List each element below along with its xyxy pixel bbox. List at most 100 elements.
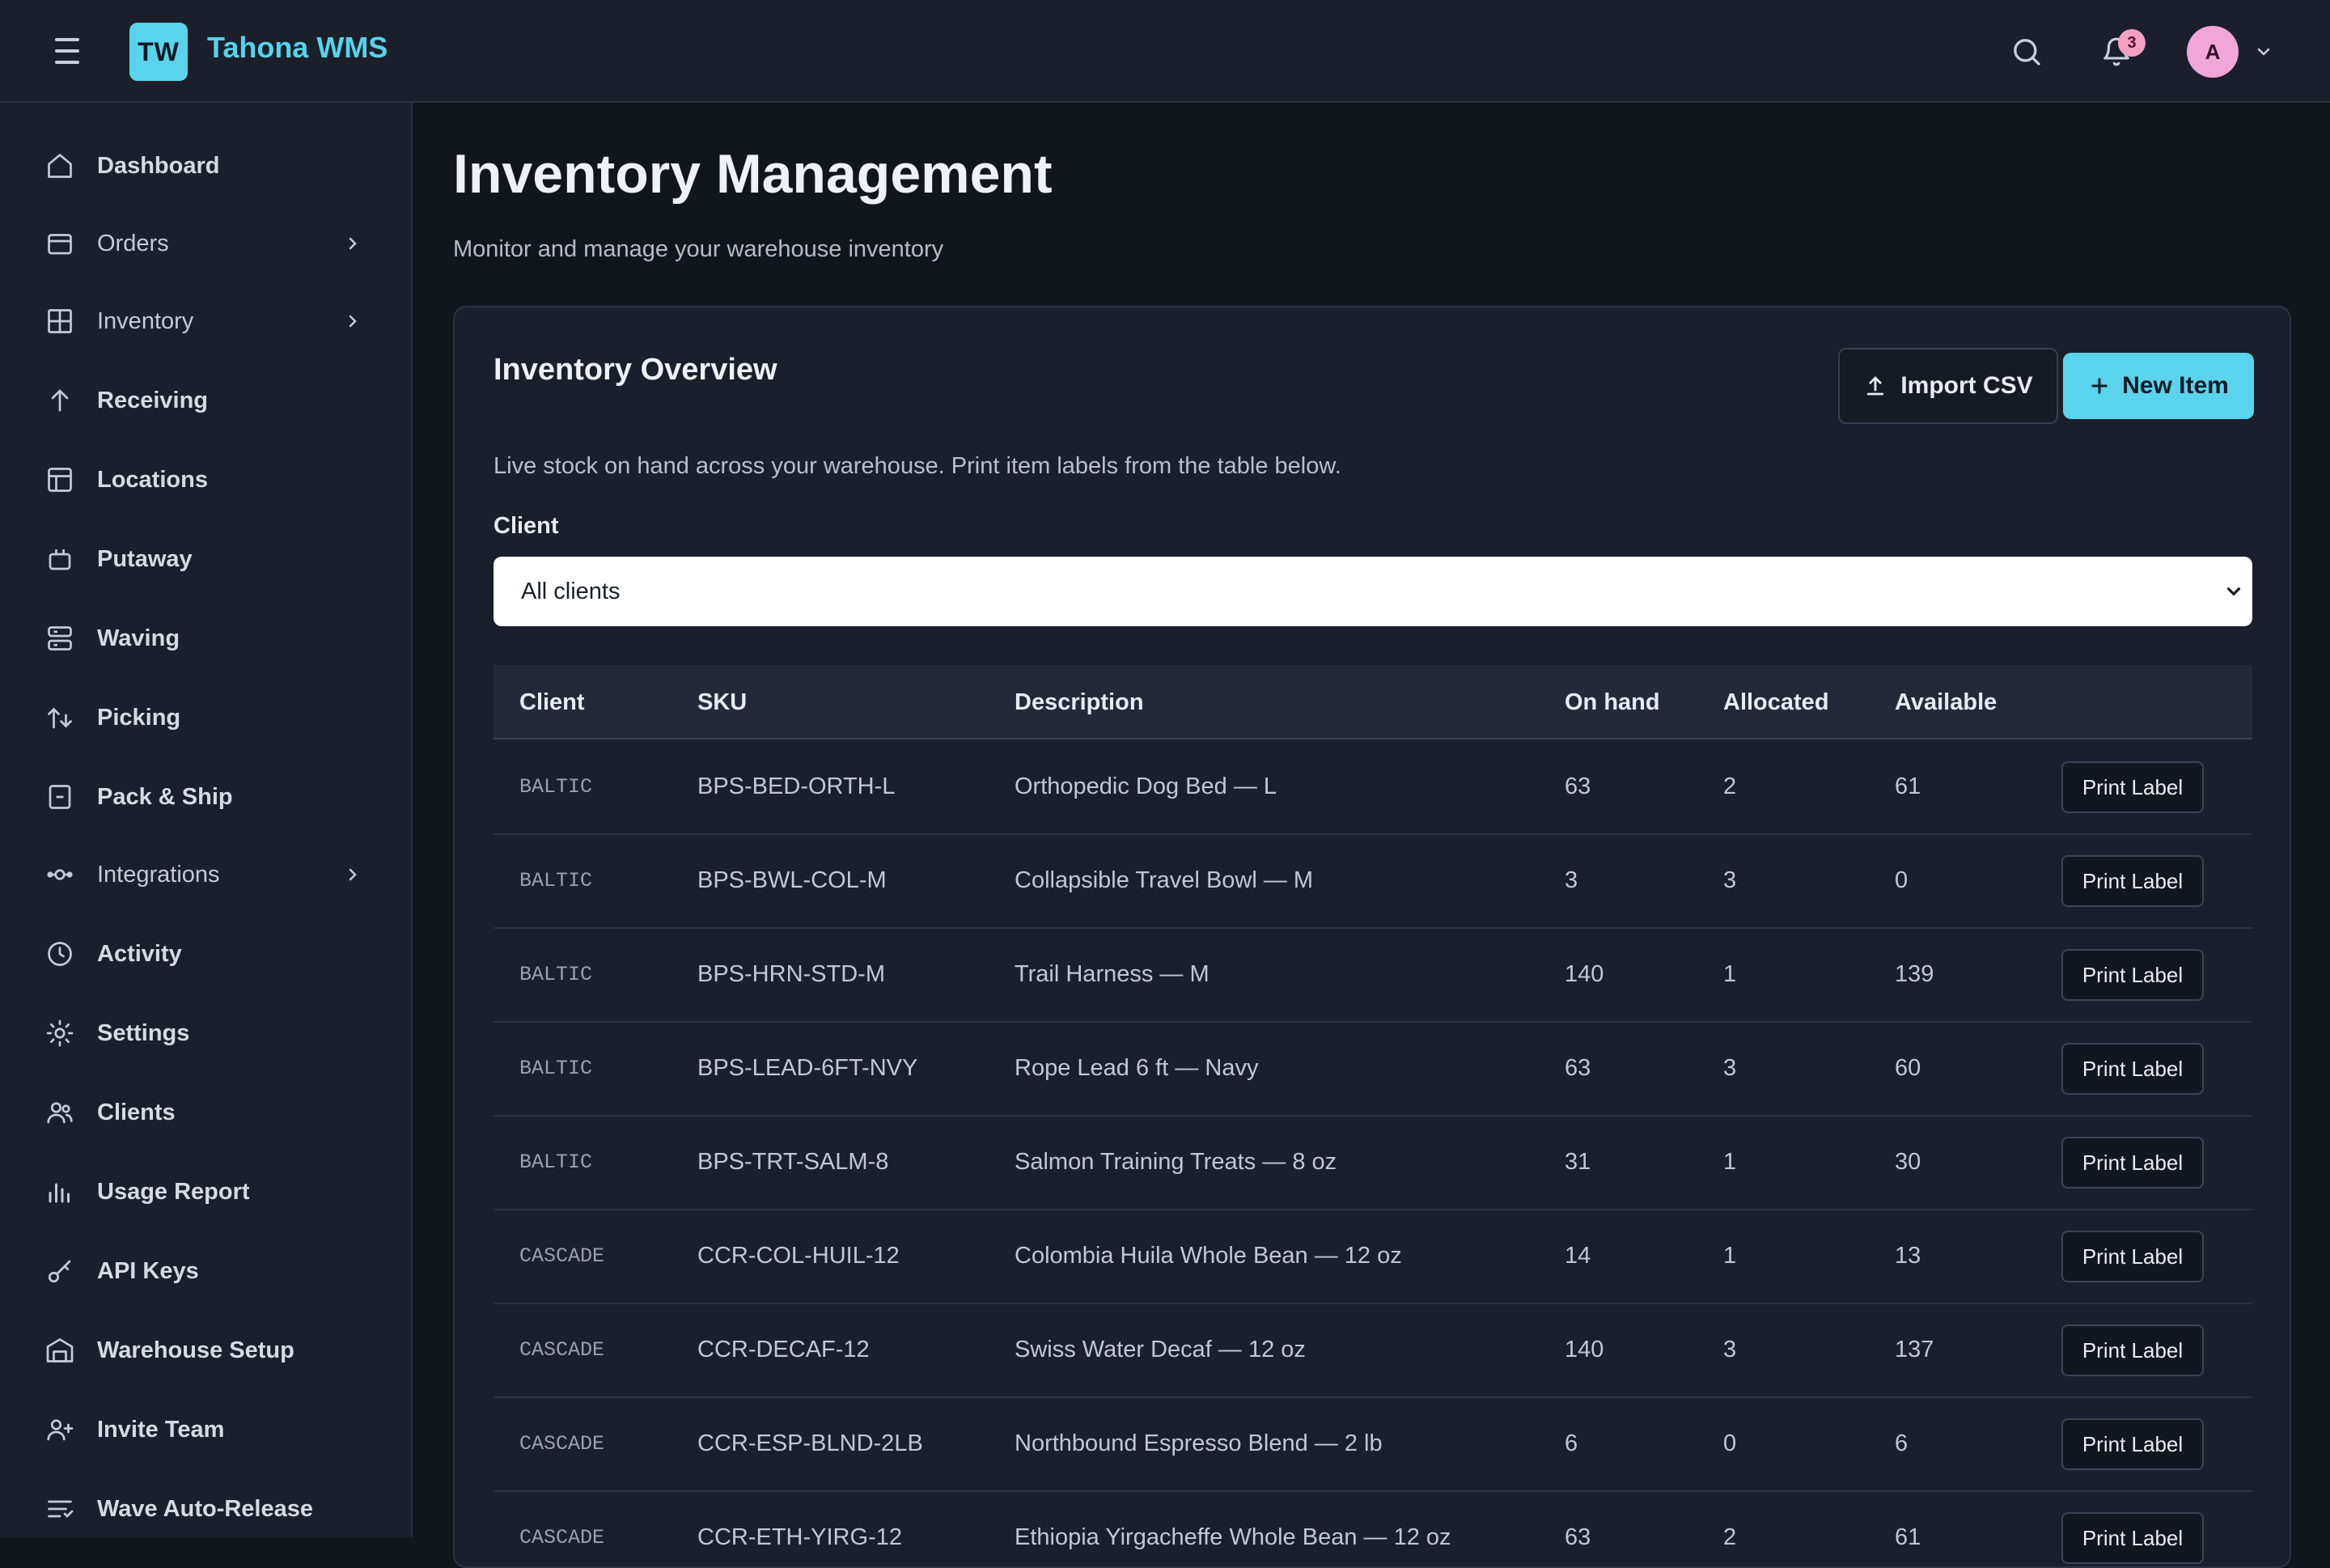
cell-allocated: 2: [1723, 1524, 1737, 1550]
cell-allocated: 2: [1723, 773, 1737, 799]
cell-on-hand: 31: [1565, 1149, 1591, 1175]
chevron-right-icon: [349, 315, 357, 328]
column-header-sku[interactable]: SKU: [697, 689, 747, 716]
cell-on-hand: 63: [1565, 1524, 1591, 1550]
print-label-button[interactable]: Print Label: [2061, 949, 2204, 1001]
plug-icon: [45, 860, 74, 889]
search-button[interactable]: [2004, 29, 2049, 74]
column-header-on-hand[interactable]: On hand: [1565, 689, 1660, 716]
column-header-allocated[interactable]: Allocated: [1723, 689, 1829, 716]
print-label-button[interactable]: Print Label: [2061, 1043, 2204, 1095]
cell-on-hand: 14: [1565, 1243, 1591, 1269]
sidebar-item-picking[interactable]: Picking: [0, 689, 411, 747]
sidebar-item-label: Waving: [97, 625, 180, 651]
hamburger-icon[interactable]: [55, 38, 86, 64]
sidebar-item-pack-ship[interactable]: Pack & Ship: [0, 768, 411, 826]
sidebar-item-settings[interactable]: Settings: [0, 1004, 411, 1062]
box-icon: [45, 545, 74, 574]
cell-description: Swiss Water Decaf — 12 oz: [1015, 1337, 1306, 1362]
sidebar-item-integrations[interactable]: Integrations: [0, 845, 411, 904]
table-row: CASCADE CCR-COL-HUIL-12 Colombia Huila W…: [494, 1210, 2252, 1304]
cell-available: 60: [1895, 1055, 1921, 1081]
grid-icon: [45, 307, 74, 336]
sidebar-item-label: Orders: [97, 230, 169, 256]
chevron-down-icon: [2226, 587, 2241, 596]
gear-icon: [45, 1019, 74, 1048]
cell-available: 0: [1895, 867, 1908, 893]
cell-client: CASCADE: [519, 1244, 605, 1268]
chevron-down-icon[interactable]: [2252, 42, 2275, 61]
cell-available: 13: [1895, 1243, 1921, 1269]
arrow-up-icon: [45, 386, 74, 415]
client-filter-label: Client: [494, 513, 559, 539]
cell-client: BALTIC: [519, 775, 593, 799]
print-label-button[interactable]: Print Label: [2061, 1418, 2204, 1470]
new-item-label: New Item: [2122, 372, 2229, 399]
client-select[interactable]: All clients: [494, 557, 2252, 626]
sidebar-item-waving[interactable]: Waving: [0, 609, 411, 667]
sidebar-item-wave-auto-release[interactable]: Wave Auto-Release: [0, 1480, 411, 1537]
key-icon: [45, 1257, 74, 1286]
sidebar-item-label: Clients: [97, 1099, 176, 1125]
app-name[interactable]: Tahona WMS: [207, 31, 388, 65]
user-plus-icon: [45, 1415, 74, 1444]
sidebar-item-locations[interactable]: Locations: [0, 451, 411, 509]
sidebar-item-putaway[interactable]: Putaway: [0, 530, 411, 588]
cell-description: Collapsible Travel Bowl — M: [1015, 867, 1314, 893]
new-item-button[interactable]: New Item: [2063, 353, 2254, 419]
cell-client: BALTIC: [519, 869, 593, 892]
sidebar-item-orders[interactable]: Orders: [0, 214, 411, 273]
client-select-value: All clients: [521, 578, 621, 604]
sidebar-item-label: API Keys: [97, 1257, 199, 1284]
cell-description: Rope Lead 6 ft — Navy: [1015, 1055, 1259, 1081]
sidebar-item-label: Picking: [97, 704, 181, 731]
notification-count-badge: 3: [2118, 29, 2146, 57]
notifications-button[interactable]: 3: [2094, 29, 2146, 74]
home-icon: [45, 151, 74, 180]
sidebar-item-receiving[interactable]: Receiving: [0, 371, 411, 430]
sidebar-item-label: Invite Team: [97, 1416, 225, 1443]
column-header-client[interactable]: Client: [519, 689, 585, 716]
column-header-description[interactable]: Description: [1015, 689, 1144, 716]
sidebar-item-warehouse-setup[interactable]: Warehouse Setup: [0, 1321, 411, 1379]
cell-allocated: 1: [1723, 961, 1737, 987]
sidebar-item-api-keys[interactable]: API Keys: [0, 1242, 411, 1300]
sidebar-item-dashboard[interactable]: Dashboard: [0, 137, 411, 195]
sidebar-item-activity[interactable]: Activity: [0, 925, 411, 983]
cell-sku: BPS-BED-ORTH-L: [697, 773, 896, 799]
clock-icon: [45, 939, 74, 968]
sidebar-item-label: Dashboard: [97, 152, 220, 179]
table-row: CASCADE CCR-ETH-YIRG-12 Ethiopia Yirgach…: [494, 1492, 2252, 1566]
sidebar-item-invite-team[interactable]: Invite Team: [0, 1401, 411, 1459]
column-header-available[interactable]: Available: [1895, 689, 1997, 716]
table-header: Client SKU Description On hand Allocated…: [494, 665, 2252, 740]
cell-description: Trail Harness — M: [1015, 961, 1209, 987]
cell-allocated: 0: [1723, 1430, 1737, 1456]
pick-icon: [45, 703, 74, 732]
inventory-overview-card: Inventory Overview Import CSV New Item L…: [453, 306, 2291, 1568]
cell-description: Colombia Huila Whole Bean — 12 oz: [1015, 1243, 1402, 1269]
sidebar-item-clients[interactable]: Clients: [0, 1083, 411, 1142]
cell-sku: CCR-COL-HUIL-12: [697, 1243, 900, 1269]
print-label-button[interactable]: Print Label: [2061, 1231, 2204, 1282]
table-row: BALTIC BPS-BED-ORTH-L Orthopedic Dog Bed…: [494, 741, 2252, 835]
print-label-button[interactable]: Print Label: [2061, 1512, 2204, 1564]
cell-on-hand: 6: [1565, 1430, 1578, 1456]
sidebar-item-usage-report[interactable]: Usage Report: [0, 1163, 411, 1221]
print-label-button[interactable]: Print Label: [2061, 761, 2204, 813]
print-label-button[interactable]: Print Label: [2061, 1324, 2204, 1376]
sidebar-item-label: Activity: [97, 940, 182, 967]
card-title: Inventory Overview: [494, 353, 777, 387]
import-csv-button[interactable]: Import CSV: [1838, 348, 2058, 424]
cell-available: 30: [1895, 1149, 1921, 1175]
print-label-button[interactable]: Print Label: [2061, 855, 2204, 907]
cell-client: CASCADE: [519, 1526, 605, 1549]
cell-available: 61: [1895, 1524, 1921, 1550]
print-label-button[interactable]: Print Label: [2061, 1137, 2204, 1189]
sidebar-item-label: Receiving: [97, 387, 208, 413]
cell-sku: BPS-HRN-STD-M: [697, 961, 885, 987]
cell-description: Orthopedic Dog Bed — L: [1015, 773, 1277, 799]
sidebar-item-label: Locations: [97, 466, 208, 493]
sidebar-item-inventory[interactable]: Inventory: [0, 292, 411, 350]
avatar[interactable]: A: [2187, 26, 2239, 78]
